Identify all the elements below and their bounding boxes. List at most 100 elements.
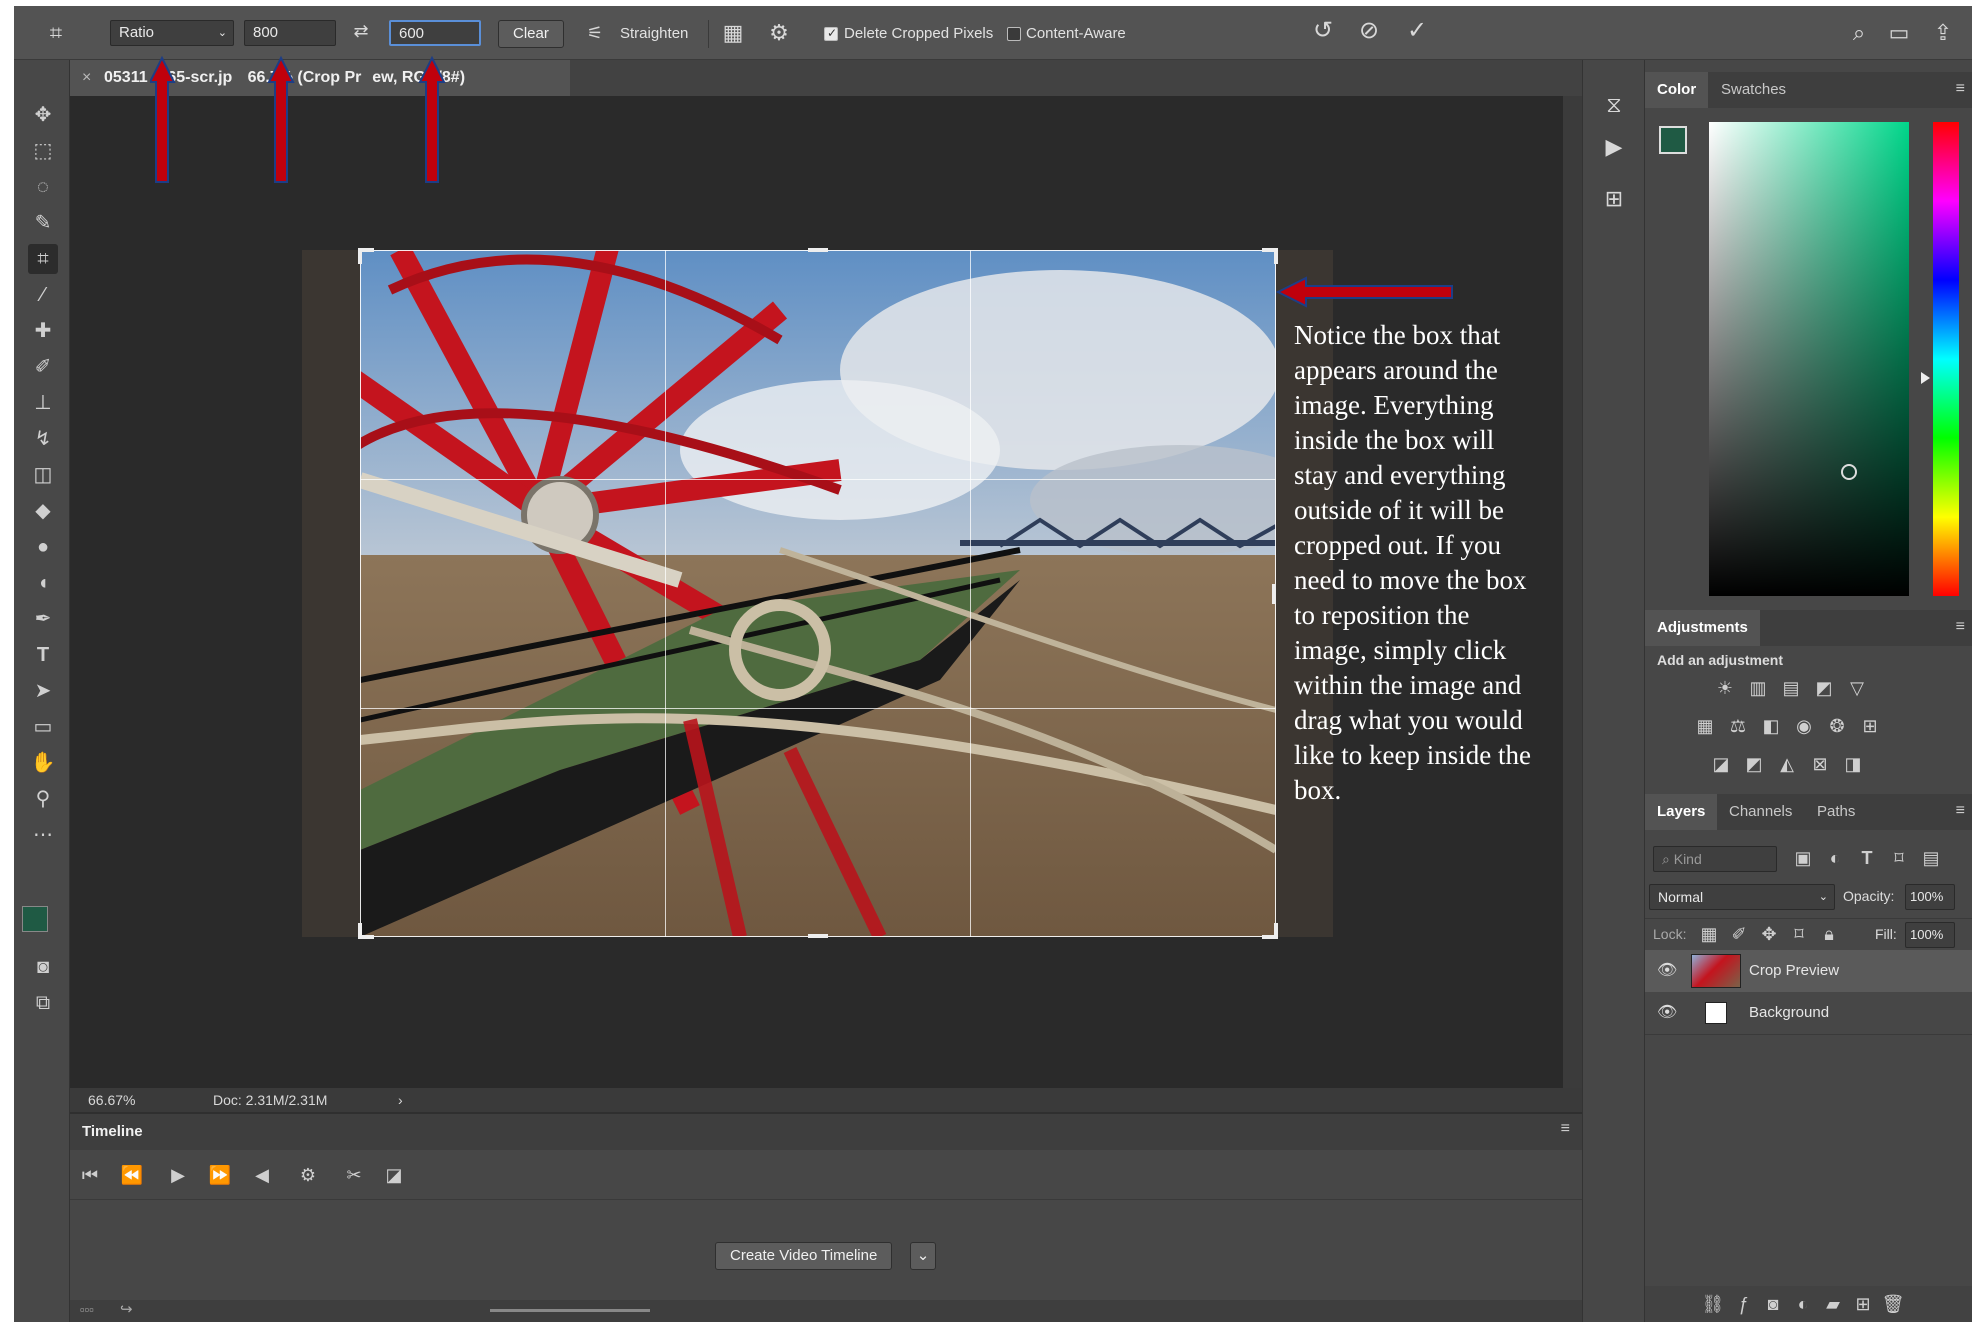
tab-swatches[interactable]: Swatches: [1709, 72, 1798, 108]
swap-icon[interactable]: ⇄: [346, 16, 376, 46]
lock-transparent-icon[interactable]: ▦: [1697, 922, 1721, 946]
split-icon[interactable]: ✂: [342, 1163, 366, 1187]
paint-bucket-tool-icon[interactable]: ◆: [28, 496, 58, 526]
color-field[interactable]: [1709, 122, 1909, 596]
hue-saturation-icon[interactable]: ▦: [1693, 714, 1717, 738]
settings-icon[interactable]: ⚙: [296, 1163, 320, 1187]
commit-icon[interactable]: ✓: [1400, 16, 1434, 46]
lock-all-icon[interactable]: 🔒︎: [1817, 922, 1841, 946]
crop-handle-top[interactable]: [808, 248, 828, 252]
tab-color[interactable]: Color: [1645, 72, 1709, 108]
tab-paths[interactable]: Paths: [1805, 794, 1867, 830]
lock-image-icon[interactable]: ✐: [1727, 922, 1751, 946]
grid-overlay-icon[interactable]: ▦: [718, 18, 748, 48]
search-icon[interactable]: ⌕: [1844, 18, 1874, 48]
marquee-tool-icon[interactable]: ⬚: [28, 136, 58, 166]
fill-input[interactable]: 100%: [1905, 922, 1955, 948]
crop-handle-bottom-left[interactable]: [358, 923, 374, 939]
frames-icon[interactable]: ▫▫▫: [80, 1302, 94, 1317]
status-menu-arrow[interactable]: ›: [398, 1088, 403, 1112]
curves-icon[interactable]: ▤: [1779, 676, 1803, 700]
workspace-icon[interactable]: ▭: [1884, 18, 1914, 48]
hand-tool-icon[interactable]: ✋: [28, 748, 58, 778]
gear-icon[interactable]: ⚙: [764, 18, 794, 48]
tab-adjustments[interactable]: Adjustments: [1645, 610, 1760, 646]
blend-mode-select[interactable]: Normal ⌄: [1649, 884, 1835, 910]
play-icon[interactable]: ▶: [166, 1163, 190, 1187]
delete-cropped-checkbox[interactable]: [824, 26, 838, 41]
crop-handle-right[interactable]: [1272, 584, 1276, 604]
eye-icon[interactable]: 👁︎: [1657, 950, 1677, 992]
transition-icon[interactable]: ◪: [382, 1163, 406, 1187]
ratio-select[interactable]: Ratio ⌄: [110, 20, 234, 46]
folder-icon[interactable]: ▰: [1821, 1292, 1845, 1316]
layer-name[interactable]: Crop Preview: [1749, 950, 1839, 992]
straighten-label[interactable]: Straighten: [620, 24, 688, 44]
move-tool-icon[interactable]: ✥: [28, 100, 58, 130]
lock-position-icon[interactable]: ✥: [1757, 922, 1781, 946]
trash-icon[interactable]: 🗑︎: [1881, 1292, 1905, 1316]
path-select-tool-icon[interactable]: ➤: [28, 676, 58, 706]
new-layer-icon[interactable]: ⊞: [1851, 1292, 1875, 1316]
more-tools-icon[interactable]: ⋯: [28, 820, 58, 850]
exposure-icon[interactable]: ◩: [1812, 676, 1836, 700]
actions-play-icon[interactable]: ▶: [1597, 132, 1631, 162]
levels-icon[interactable]: ▥: [1746, 676, 1770, 700]
crop-handle-bottom[interactable]: [808, 934, 828, 938]
eye-icon[interactable]: 👁︎: [1657, 992, 1677, 1034]
close-icon[interactable]: ×: [82, 60, 91, 96]
fx-icon[interactable]: ƒ: [1731, 1292, 1755, 1316]
filter-pixel-icon[interactable]: ▣: [1791, 846, 1815, 870]
gradient-map-icon[interactable]: ◨: [1841, 752, 1865, 776]
crop-box[interactable]: [360, 250, 1276, 937]
hue-slider-handle[interactable]: [1921, 372, 1930, 384]
layer-row[interactable]: 👁︎ Crop Preview: [1645, 950, 1972, 992]
mask-icon[interactable]: ◙: [1761, 1292, 1785, 1316]
eraser-tool-icon[interactable]: ◫: [28, 460, 58, 490]
dodge-tool-icon[interactable]: ◖: [28, 568, 58, 598]
tab-layers[interactable]: Layers: [1645, 794, 1718, 830]
threshold-icon[interactable]: ◭: [1775, 752, 1799, 776]
panel-menu-icon[interactable]: ≡: [1561, 1120, 1570, 1138]
width-input[interactable]: 800: [244, 20, 336, 46]
channel-mixer-icon[interactable]: ❂: [1825, 714, 1849, 738]
lock-artboard-icon[interactable]: ⌑: [1787, 922, 1811, 946]
lasso-tool-icon[interactable]: ◌: [28, 172, 58, 202]
brightness-icon[interactable]: ☀: [1713, 676, 1737, 700]
panel-menu-icon[interactable]: ≡: [1956, 80, 1965, 98]
first-frame-icon[interactable]: ⏮: [78, 1163, 102, 1187]
zoom-slider[interactable]: [490, 1309, 650, 1312]
color-picker-handle[interactable]: [1841, 464, 1857, 480]
foreground-color-swatch[interactable]: [22, 906, 48, 932]
crop-handle-top-right[interactable]: [1262, 248, 1278, 264]
stamp-tool-icon[interactable]: ⊥: [28, 388, 58, 418]
color-foreground-swatch[interactable]: [1659, 126, 1687, 154]
invert-icon[interactable]: ◪: [1709, 752, 1733, 776]
create-video-timeline-button[interactable]: Create Video Timeline: [715, 1242, 893, 1270]
filter-smart-object-icon[interactable]: ▤: [1919, 846, 1943, 870]
adjustment-layer-icon[interactable]: ◐: [1791, 1292, 1815, 1316]
black-white-icon[interactable]: ◧: [1759, 714, 1783, 738]
history-brush-tool-icon[interactable]: ↯: [28, 424, 58, 454]
vibrance-icon[interactable]: ▽: [1845, 676, 1869, 700]
healing-brush-tool-icon[interactable]: ✚: [28, 316, 58, 346]
filter-adjustment-icon[interactable]: ◐: [1823, 846, 1847, 870]
share-icon[interactable]: ⇪: [1928, 18, 1958, 48]
color-balance-icon[interactable]: ⚖: [1726, 714, 1750, 738]
rectangle-tool-icon[interactable]: ▭: [28, 712, 58, 742]
vertical-scrollbar[interactable]: [1563, 96, 1582, 1088]
clear-button[interactable]: Clear: [498, 20, 564, 48]
brush-tool-icon[interactable]: ✐: [28, 352, 58, 382]
eyedropper-tool-icon[interactable]: ⁄: [28, 280, 58, 310]
color-lookup-icon[interactable]: ⊞: [1858, 714, 1882, 738]
history-icon[interactable]: ⧖: [1597, 90, 1631, 120]
content-aware-checkbox[interactable]: [1007, 27, 1021, 41]
posterize-icon[interactable]: ◩: [1742, 752, 1766, 776]
filter-type-icon[interactable]: T: [1855, 846, 1879, 870]
quick-select-tool-icon[interactable]: ✎: [28, 208, 58, 238]
type-tool-icon[interactable]: T: [28, 640, 58, 670]
screen-mode-icon[interactable]: ⧉: [28, 988, 58, 1018]
link-icon[interactable]: ⛓: [1701, 1292, 1725, 1316]
next-frame-icon[interactable]: ⏩: [208, 1163, 232, 1187]
chevron-down-icon[interactable]: ⌄: [910, 1242, 936, 1270]
